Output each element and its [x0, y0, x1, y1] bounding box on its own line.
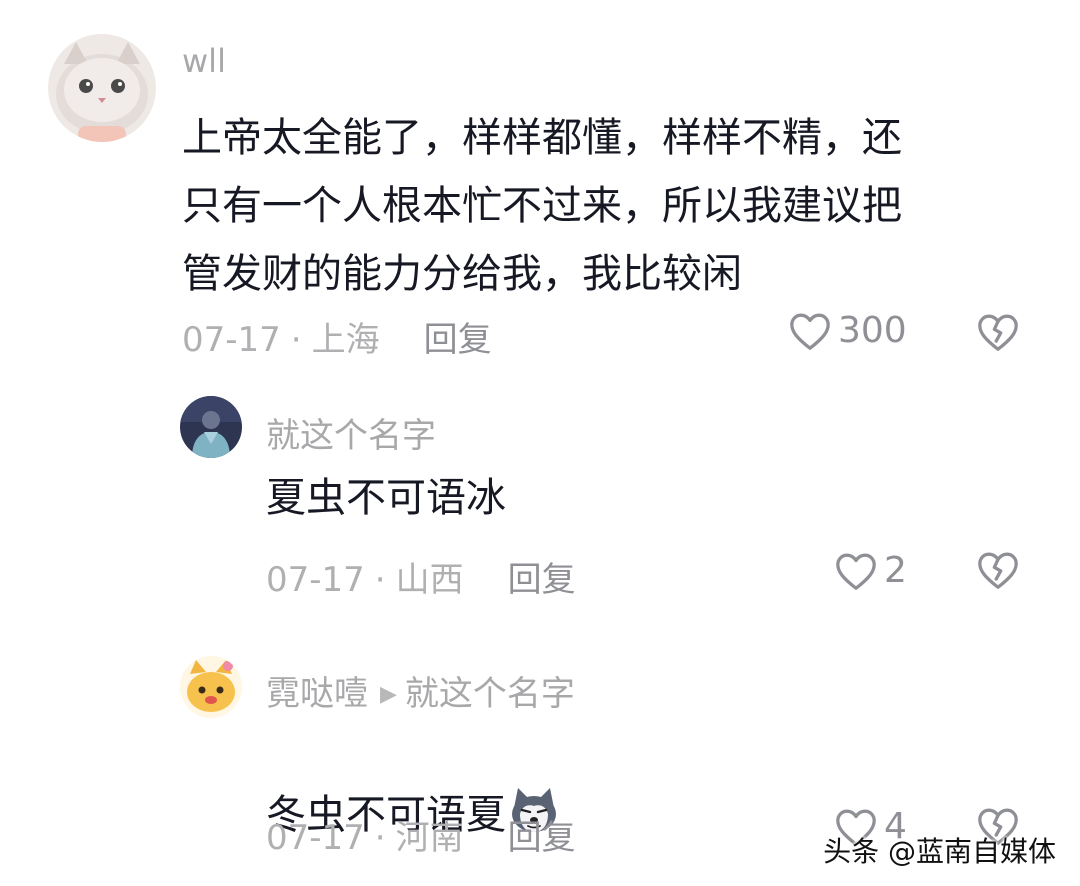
comment-text: 上帝太全能了，样样都懂，样样不精，还 只有一个人根本忙不过来，所以我建议把 管发…: [182, 115, 902, 297]
comment-meta: 07-17 · 上海 回复: [182, 312, 492, 361]
broken-heart-icon: [978, 552, 1018, 589]
like-count: 300: [838, 310, 907, 351]
heart-outline-icon: [790, 313, 830, 350]
comment-text: 夏虫不可语冰: [266, 475, 506, 521]
triangle-right-icon: ▶: [380, 682, 397, 707]
comment-meta: 07-17 · 山西 回复: [266, 552, 576, 601]
comment-date: 07-17: [182, 320, 281, 360]
avatar[interactable]: [48, 34, 156, 142]
comment-username: 霓哒噎 ▶ 就这个名字: [266, 666, 575, 715]
meta-separator: ·: [374, 560, 386, 600]
reply-button[interactable]: 回复: [424, 320, 492, 360]
cat-sticker-avatar-icon: [180, 656, 242, 718]
like-button[interactable]: 2: [834, 550, 907, 591]
comment-location: 河南: [395, 818, 464, 858]
comment-meta: 07-17 · 河南 回复: [266, 810, 576, 859]
cat-avatar-icon: [48, 34, 156, 142]
avatar[interactable]: [180, 396, 242, 458]
comment-location: 上海: [311, 320, 380, 360]
heart-outline-icon: [836, 553, 876, 590]
source-watermark: 头条 @蓝南自媒体: [823, 835, 1056, 868]
avatar[interactable]: [180, 656, 242, 718]
meta-separator: ·: [290, 320, 302, 360]
comment-date: 07-17: [266, 818, 365, 858]
reply-item: 就这个名字 夏虫不可语冰 07-17 · 山西 回复 2: [0, 380, 1080, 620]
dislike-button[interactable]: [976, 312, 1020, 352]
like-button[interactable]: 300: [788, 310, 907, 351]
meta-separator: ·: [374, 818, 386, 858]
dislike-button[interactable]: [976, 550, 1020, 590]
comment-item: wll 上帝太全能了，样样都懂，样样不精，还 只有一个人根本忙不过来，所以我建议…: [0, 0, 1080, 380]
person-avatar-icon: [180, 396, 242, 458]
reply-button[interactable]: 回复: [508, 818, 576, 858]
reply-author-name[interactable]: 霓哒噎: [266, 674, 368, 714]
reply-target-name[interactable]: 就这个名字: [405, 674, 575, 714]
comment-username[interactable]: wll: [182, 42, 226, 80]
comment-username[interactable]: 就这个名字: [266, 408, 436, 457]
broken-heart-icon: [978, 314, 1018, 351]
comment-date: 07-17: [266, 560, 365, 600]
reply-button[interactable]: 回复: [508, 560, 576, 600]
comment-location: 山西: [395, 560, 464, 600]
like-count: 2: [884, 550, 907, 591]
